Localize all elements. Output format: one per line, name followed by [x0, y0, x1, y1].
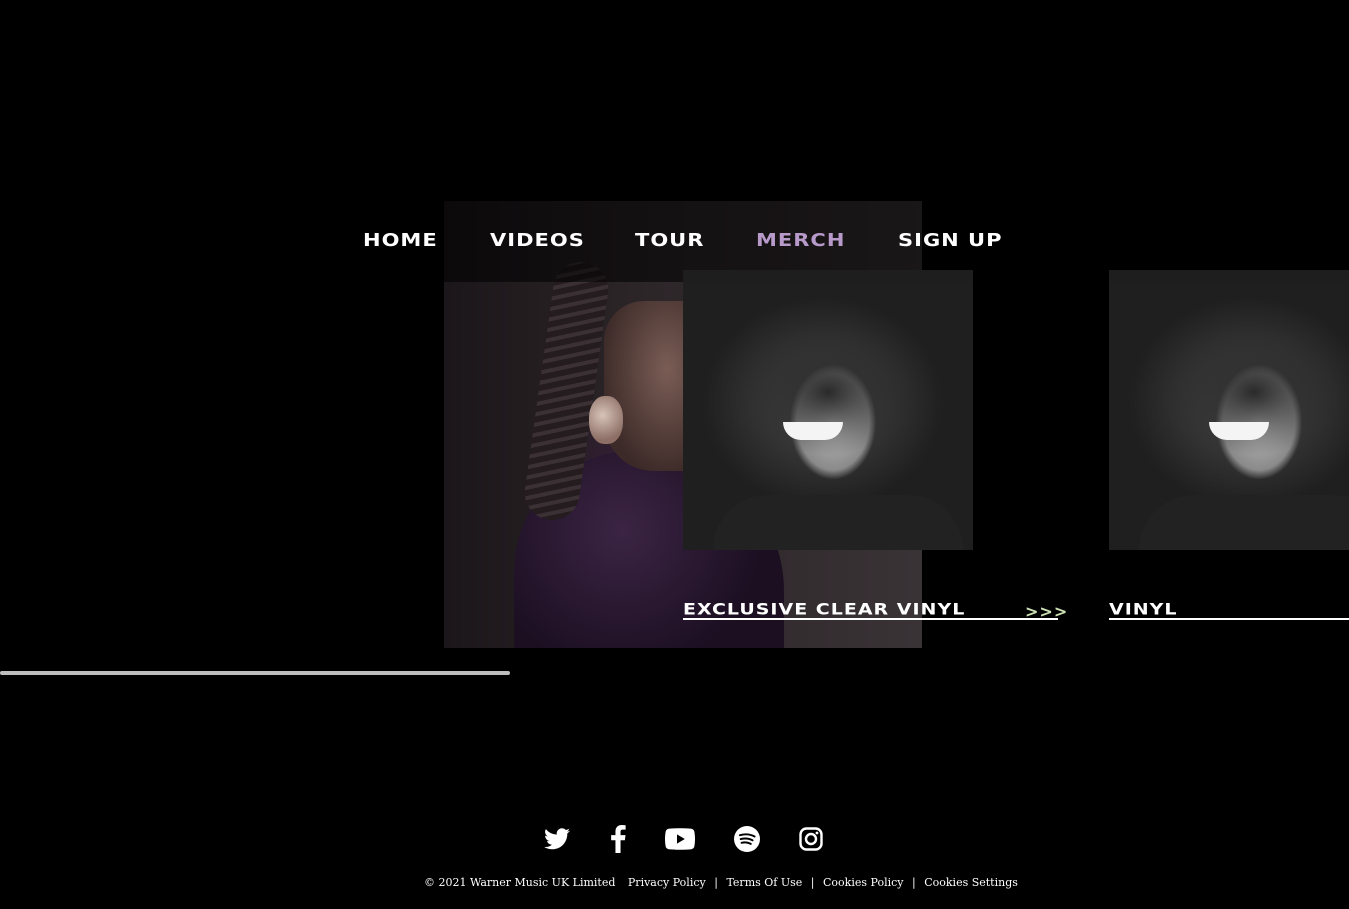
nav-home[interactable]: HOME: [363, 230, 438, 250]
cookies-policy-link[interactable]: Cookies Policy: [823, 876, 904, 889]
album-cover-shirt: [1139, 495, 1349, 550]
terms-of-use-link[interactable]: Terms Of Use: [726, 876, 802, 889]
product-underline: [1109, 618, 1349, 620]
album-cover-image[interactable]: [683, 270, 973, 550]
instagram-icon[interactable]: [794, 822, 828, 856]
copyright-text: © 2021 Warner Music UK Limited: [424, 876, 616, 889]
album-cover-image[interactable]: [1109, 270, 1349, 550]
album-cover-smile: [1209, 422, 1269, 440]
footer-separator: |: [810, 876, 815, 889]
nav-videos[interactable]: VIDEOS: [490, 230, 585, 250]
nav-sign-up[interactable]: SIGN UP: [898, 230, 1003, 250]
footer-separator: |: [912, 876, 916, 889]
cookies-settings-link[interactable]: Cookies Settings: [924, 876, 1018, 889]
product-underline: [683, 618, 1058, 620]
hero-photo-earring: [589, 396, 623, 444]
nav-merch[interactable]: MERCH: [756, 230, 845, 250]
nav-tour[interactable]: TOUR: [635, 230, 704, 250]
twitter-icon[interactable]: [540, 822, 574, 856]
footer: © 2021 Warner Music UK Limited Privacy P…: [424, 876, 1018, 889]
product-title[interactable]: VINYL: [1109, 600, 1178, 619]
album-cover-shirt: [713, 495, 963, 550]
carousel-scrollbar[interactable]: [0, 671, 510, 675]
album-cover-smile: [783, 422, 843, 440]
privacy-policy-link[interactable]: Privacy Policy: [628, 876, 706, 889]
product-title[interactable]: EXCLUSIVE CLEAR VINYL: [683, 600, 965, 619]
spotify-icon[interactable]: [730, 822, 764, 856]
youtube-icon[interactable]: [663, 822, 697, 856]
hero-photo-face: [604, 301, 694, 471]
footer-separator: |: [714, 876, 718, 889]
facebook-icon[interactable]: [601, 822, 635, 856]
